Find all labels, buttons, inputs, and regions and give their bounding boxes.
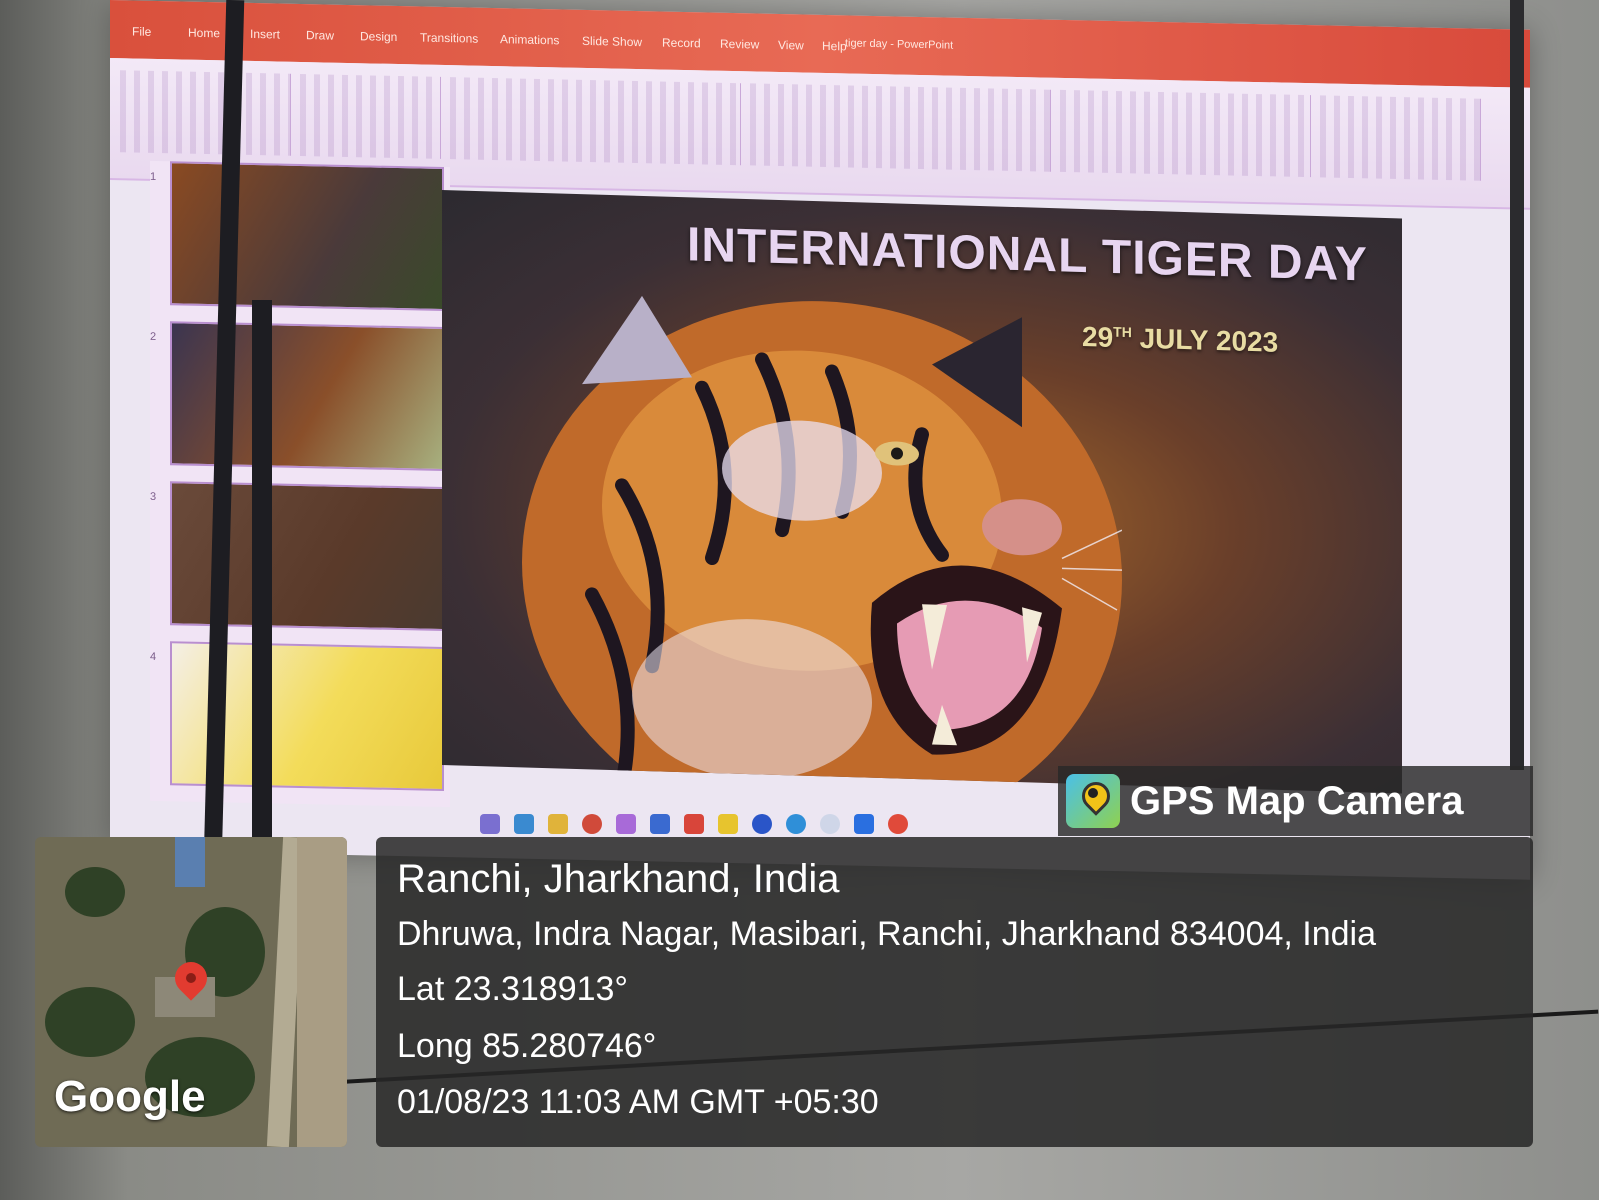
location-pin-dot <box>186 973 196 983</box>
document-title: tiger day - PowerPoint <box>845 37 954 52</box>
powerpoint-icon[interactable] <box>684 814 704 834</box>
address: Dhruwa, Indra Nagar, Masibari, Ranchi, J… <box>397 915 1377 953</box>
paragraph-group[interactable] <box>750 83 1051 172</box>
map-tree <box>45 987 135 1057</box>
thumbnail-slide-1[interactable]: 1 <box>150 161 444 311</box>
drawing-group[interactable] <box>1060 89 1311 178</box>
app-icon[interactable] <box>786 814 806 834</box>
map-building <box>175 837 205 887</box>
app-icon[interactable] <box>480 814 500 834</box>
gps-brand-bar: GPS Map Camera <box>1058 766 1533 836</box>
gps-brand-label: GPS Map Camera <box>1130 778 1464 823</box>
latitude: Lat 23.318913° <box>397 970 629 1008</box>
thumbnail-number: 2 <box>150 330 157 343</box>
chrome-icon[interactable] <box>582 814 602 834</box>
tab-help[interactable]: Help <box>822 39 847 54</box>
thumbnail-number: 4 <box>150 650 157 663</box>
tab-file[interactable]: File <box>132 24 151 38</box>
gps-camera-icon <box>1066 774 1120 828</box>
tab-transitions[interactable]: Transitions <box>420 30 478 45</box>
thumbnail-number: 3 <box>150 490 157 503</box>
date-suffix: TH <box>1113 323 1132 341</box>
tiger-image <box>522 295 1122 794</box>
date-day: 29 <box>1082 320 1114 353</box>
notes-icon[interactable] <box>718 814 738 834</box>
app-icon[interactable] <box>888 814 908 834</box>
tab-review[interactable]: Review <box>720 37 759 52</box>
map-tree <box>65 867 125 917</box>
tab-slide-show[interactable]: Slide Show <box>582 34 642 49</box>
folder-icon[interactable] <box>548 814 568 834</box>
clipboard-group[interactable] <box>120 70 291 156</box>
thumbnail-number: 1 <box>150 170 157 183</box>
location-title: Ranchi, Jharkhand, India <box>397 857 840 901</box>
tab-insert[interactable]: Insert <box>250 27 280 42</box>
font-group[interactable] <box>450 77 741 166</box>
map-field <box>297 837 347 1147</box>
settings-icon[interactable] <box>650 814 670 834</box>
tab-animations[interactable]: Animations <box>500 32 559 47</box>
slides-group[interactable] <box>300 73 441 159</box>
tab-record[interactable]: Record <box>662 36 701 51</box>
app-icon[interactable] <box>616 814 636 834</box>
tab-design[interactable]: Design <box>360 29 397 44</box>
date-month-year: JULY 2023 <box>1139 322 1279 358</box>
slide-date: 29TH JULY 2023 <box>1082 321 1278 359</box>
google-logo: Google <box>54 1072 206 1121</box>
main-slide: INTERNATIONAL TIGER DAY 29TH JULY 2023 <box>442 190 1402 794</box>
tab-draw[interactable]: Draw <box>306 28 334 43</box>
timestamp: 01/08/23 11:03 AM GMT +05:30 <box>397 1083 879 1121</box>
screen-frame <box>1510 0 1524 770</box>
gps-info-panel: Ranchi, Jharkhand, India Dhruwa, Indra N… <box>376 837 1533 1147</box>
taskbar <box>480 812 1060 836</box>
thumbnail-slide-2[interactable]: 2 <box>150 321 444 471</box>
tab-home[interactable]: Home <box>188 26 220 41</box>
editing-group[interactable] <box>1320 95 1481 181</box>
edge-icon[interactable] <box>752 814 772 834</box>
slide-thumbnail-pane: 1 2 3 4 <box>150 160 450 808</box>
longitude: Long 85.280746° <box>397 1027 657 1065</box>
app-icon[interactable] <box>820 814 840 834</box>
app-icon[interactable] <box>854 814 874 834</box>
stand-pole <box>252 300 272 860</box>
tab-view[interactable]: View <box>778 38 804 53</box>
app-icon[interactable] <box>514 814 534 834</box>
